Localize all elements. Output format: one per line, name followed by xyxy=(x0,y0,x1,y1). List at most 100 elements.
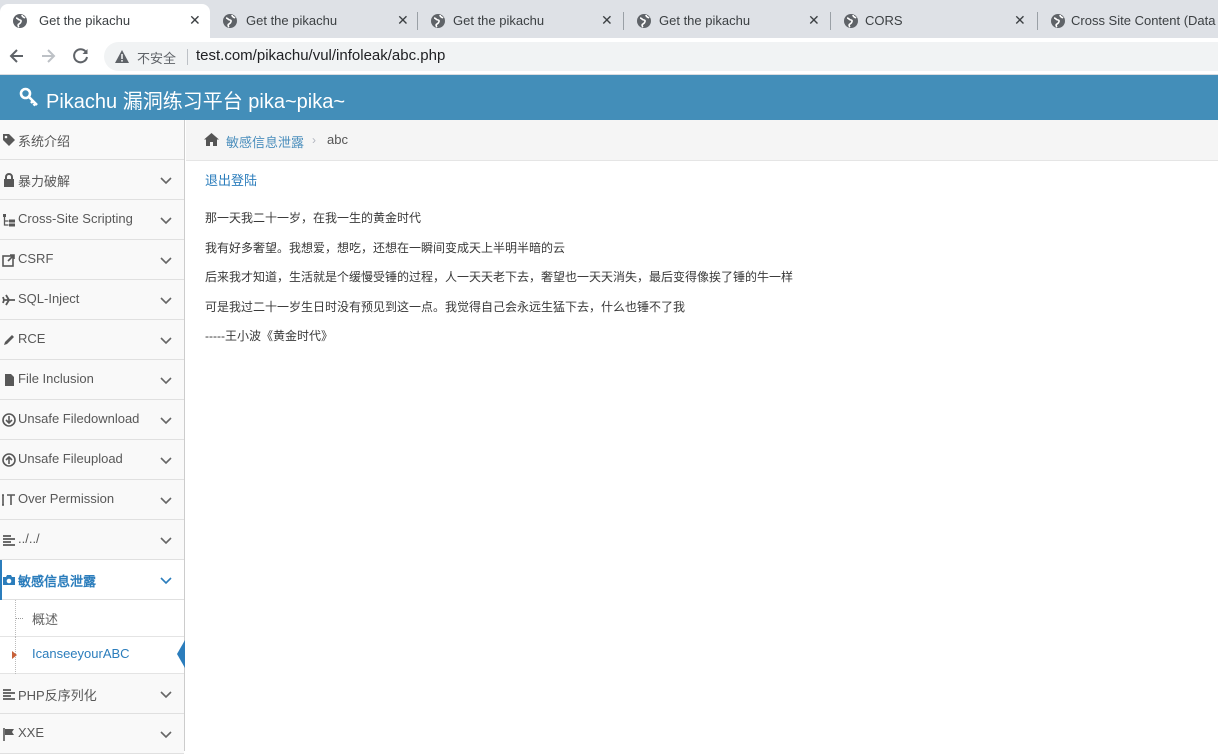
breadcrumb: 敏感信息泄露 › abc xyxy=(186,120,1218,161)
globe-icon xyxy=(637,14,651,28)
sidebar-item-sqli[interactable]: SQL-Inject xyxy=(0,280,184,320)
sidebar-item-xxe[interactable]: XXE xyxy=(0,714,184,754)
globe-icon xyxy=(13,14,27,28)
globe-icon xyxy=(223,14,237,28)
share-icon xyxy=(2,254,15,267)
logout-link[interactable]: 退出登陆 xyxy=(205,170,257,189)
sidebar-item-label: Unsafe Fileupload xyxy=(18,451,123,466)
insecure-label[interactable]: 不安全 xyxy=(137,48,176,67)
sidebar: 系统介绍 暴力破解 Cross-Site Scripting CSRF SQL-… xyxy=(0,120,185,754)
browser-tab[interactable]: Get the pikachu ✕ xyxy=(210,4,416,38)
sidebar-item-bruteforce[interactable]: 暴力破解 xyxy=(0,160,184,200)
breadcrumb-separator: › xyxy=(312,133,316,147)
browser-tab[interactable]: Get the pikachu ✕ xyxy=(624,4,830,38)
sidebar-item-csrf[interactable]: CSRF xyxy=(0,240,184,280)
chevron-down-icon xyxy=(160,497,172,505)
back-arrow-icon[interactable] xyxy=(7,46,27,66)
address-bar[interactable]: 不安全 test.com/pikachu/vul/infoleak/abc.ph… xyxy=(104,42,1218,71)
sidebar-subitem-overview[interactable]: 概述 xyxy=(0,600,184,637)
chevron-down-icon xyxy=(160,457,172,465)
sidebar-item-dir-traversal[interactable]: ../../ xyxy=(0,520,184,560)
key-icon xyxy=(19,87,38,107)
tree-line xyxy=(16,618,23,619)
tab-title: Cross Site Content (Data xyxy=(1071,13,1216,28)
chevron-down-icon xyxy=(160,537,172,545)
warning-icon[interactable] xyxy=(114,49,130,64)
chevron-down-icon xyxy=(160,577,172,585)
globe-icon xyxy=(844,14,858,28)
browser-tab-strip: Get the pikachu ✕ Get the pikachu ✕ Get … xyxy=(0,0,1218,38)
align-left-icon xyxy=(3,535,15,546)
tab-title: CORS xyxy=(865,13,903,28)
sidebar-item-label: File Inclusion xyxy=(18,371,94,386)
url-divider xyxy=(187,49,188,65)
tab-title: Get the pikachu xyxy=(39,13,131,28)
sidebar-item-label: ../../ xyxy=(18,531,40,546)
close-icon[interactable]: ✕ xyxy=(189,11,201,29)
sidebar-item-rce[interactable]: RCE xyxy=(0,320,184,360)
content-line: 可是我过二十一岁生日时没有预见到这一点。我觉得自己会永远生猛下去，什么也锤不了我 xyxy=(205,300,686,314)
sidebar-subitem-abc[interactable]: IcanseeyourABC xyxy=(0,637,185,674)
close-icon[interactable]: ✕ xyxy=(1014,11,1026,29)
tab-title: Get the pikachu xyxy=(659,13,751,28)
align-left-icon xyxy=(3,689,15,700)
sidebar-item-xss[interactable]: Cross-Site Scripting xyxy=(0,200,184,240)
sidebar-item-label: 暴力破解 xyxy=(18,174,71,189)
chevron-down-icon xyxy=(160,377,172,385)
breadcrumb-current: abc xyxy=(327,132,348,147)
home-icon[interactable] xyxy=(203,132,220,147)
sitemap-icon xyxy=(3,214,15,227)
content-line: -----王小波《黄金时代》 xyxy=(205,329,333,343)
browser-tab[interactable]: Get the pikachu ✕ xyxy=(418,4,622,38)
url-text[interactable]: test.com/pikachu/vul/infoleak/abc.php xyxy=(196,47,445,64)
sidebar-item-over-permission[interactable]: Over Permission xyxy=(0,480,184,520)
chevron-down-icon xyxy=(160,297,172,305)
browser-tab[interactable]: Get the pikachu ✕ xyxy=(0,4,210,38)
sidebar-item-filedownload[interactable]: Unsafe Filedownload xyxy=(0,400,184,440)
flag-icon xyxy=(3,728,14,741)
sidebar-item-label: Over Permission xyxy=(18,491,115,506)
chevron-down-icon xyxy=(160,731,172,739)
app-title[interactable]: Pikachu 漏洞练习平台 pika~pika~ xyxy=(46,85,345,114)
sidebar-item-label: PHP反序列化 xyxy=(18,688,97,703)
sidebar-item-label: CSRF xyxy=(18,251,54,266)
download-icon xyxy=(2,413,16,427)
active-pointer xyxy=(177,640,185,668)
content-line: 我有好多奢望。我想爱，想吃，还想在一瞬间变成天上半明半暗的云 xyxy=(205,241,566,255)
content-line: 后来我才知道，生活就是个缓慢受锤的过程，人一天天老下去，奢望也一天天消失，最后变… xyxy=(205,270,794,284)
chevron-down-icon xyxy=(160,177,172,185)
sidebar-item-label: SQL-Inject xyxy=(18,291,80,306)
sidebar-item-infoleak[interactable]: 敏感信息泄露 xyxy=(0,560,184,600)
sidebar-item-label: 敏感信息泄露 xyxy=(18,574,97,589)
sidebar-item-label: XXE xyxy=(18,725,45,740)
sidebar-subitem-label: IcanseeyourABC xyxy=(32,646,130,661)
sidebar-subitem-label: 概述 xyxy=(32,612,59,627)
close-icon[interactable]: ✕ xyxy=(808,11,820,29)
file-icon xyxy=(5,374,14,386)
tags-icon xyxy=(3,134,15,146)
chevron-down-icon xyxy=(160,337,172,345)
reload-icon[interactable] xyxy=(71,46,91,66)
camera-icon xyxy=(3,575,15,585)
sidebar-item-file-inclusion[interactable]: File Inclusion xyxy=(0,360,184,400)
browser-tab[interactable]: CORS ✕ xyxy=(831,4,1037,38)
browser-tab[interactable]: Cross Site Content (Data xyxy=(1038,4,1218,38)
browser-toolbar: 不安全 test.com/pikachu/vul/infoleak/abc.ph… xyxy=(0,38,1218,75)
sidebar-item-unserialize[interactable]: PHP反序列化 xyxy=(0,674,184,714)
forward-arrow-icon[interactable] xyxy=(38,46,58,66)
text-height-icon xyxy=(2,494,15,506)
globe-icon xyxy=(431,14,445,28)
globe-icon xyxy=(1051,14,1065,28)
sidebar-item-intro[interactable]: 系统介绍 xyxy=(0,120,184,160)
sidebar-item-label: Unsafe Filedownload xyxy=(18,411,140,426)
sidebar-item-label: Cross-Site Scripting xyxy=(18,211,133,226)
close-icon[interactable]: ✕ xyxy=(397,11,409,29)
sidebar-item-fileupload[interactable]: Unsafe Fileupload xyxy=(0,440,184,480)
plane-icon xyxy=(2,294,15,306)
tab-title: Get the pikachu xyxy=(453,13,545,28)
pencil-icon xyxy=(4,335,14,345)
breadcrumb-link[interactable]: 敏感信息泄露 xyxy=(226,132,304,151)
chevron-down-icon xyxy=(160,257,172,265)
caret-right-icon xyxy=(12,651,17,659)
close-icon[interactable]: ✕ xyxy=(601,11,613,29)
